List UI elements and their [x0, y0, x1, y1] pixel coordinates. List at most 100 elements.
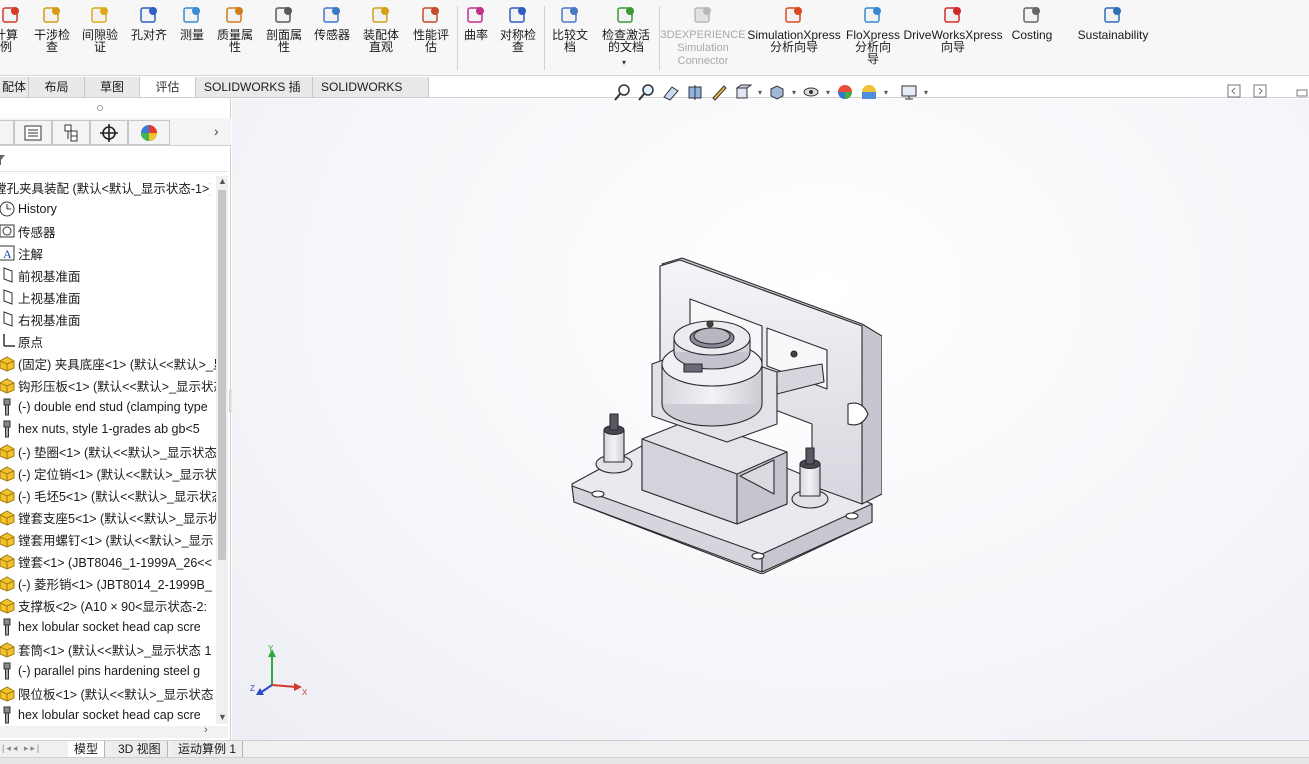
tree-item[interactable]: (-) 垫圈<1> (默认<<默认>_显示状态 — [0, 440, 216, 462]
tile-right-icon[interactable] — [1253, 84, 1267, 98]
tab-display-manager[interactable] — [128, 120, 170, 145]
view-settings-icon[interactable] — [898, 81, 920, 103]
tree-item[interactable]: History — [0, 198, 216, 220]
feature-manager-panel: › 镗孔夹具装配 (默认<默认_显示状态-1>) History 传感器 A 注解 前视基… — [0, 98, 231, 740]
tree-item[interactable]: 镗套支座5<1> (默认<<默认>_显示状态 — [0, 506, 216, 528]
tab-evaluate[interactable]: 评估 — [140, 77, 196, 97]
hole-alignment-button[interactable]: 孔对齐 — [126, 4, 172, 72]
tab-motion-study[interactable]: 运动算例 1 — [172, 741, 244, 757]
tree-root-assembly[interactable]: 镗孔夹具装配 (默认<默认_显示状态-1>) — [0, 176, 210, 198]
tree-item-label: (-) 菱形销<1> (JBT8014_2-1999B_ — [18, 577, 212, 592]
tab-assembly[interactable]: 配体 — [0, 77, 29, 97]
simulationxpress-button[interactable]: SimulationXpress 分析向导 — [747, 4, 841, 72]
driveworksxpress-button[interactable]: DriveWorksXpress 向导 — [903, 4, 1003, 72]
ribbon-button-label: Costing — [1011, 28, 1053, 42]
tab-configuration-manager[interactable] — [52, 120, 90, 145]
tree-item[interactable]: 套筒<1> (默认<<默认>_显示状态 1 — [0, 638, 216, 660]
apply-scene-icon[interactable] — [858, 81, 880, 103]
costing-button[interactable]: Costing — [1008, 4, 1056, 72]
tab-property-manager[interactable] — [14, 120, 52, 145]
calculate-button[interactable]: 计算 例 — [0, 4, 22, 72]
tree-item[interactable]: 支撑板<2> (A10 × 90<显示状态-2: — [0, 594, 216, 616]
heads-up-view-toolbar: ▾ ▾ ▾ ▾ ▾ — [612, 80, 930, 104]
tab-feature-manager[interactable] — [0, 120, 14, 145]
tree-item[interactable]: 原点 — [0, 330, 216, 352]
tree-item[interactable]: hex nuts, style 1-grades ab gb<5 — [0, 418, 216, 440]
curvature-button[interactable]: 曲率 — [460, 4, 492, 72]
view-orientation-icon[interactable] — [732, 81, 754, 103]
tree-item[interactable]: A 注解 — [0, 242, 216, 264]
tree-item[interactable]: (-) double end stud (clamping type — [0, 396, 216, 418]
floxpress-button[interactable]: FloXpress 分析向 导 — [846, 4, 900, 72]
tree-vertical-scrollbar[interactable]: ▲ ▼ — [216, 176, 228, 724]
tree-filter[interactable] — [0, 148, 228, 172]
tree-item[interactable]: 前视基准面 — [0, 264, 216, 286]
section-properties-button[interactable]: 剖面属 性 — [262, 4, 306, 72]
scroll-up-icon[interactable]: ▲ — [218, 176, 227, 186]
tree-item[interactable]: (固定) 夹具底座<1> (默认<<默认>_显示状态 — [0, 352, 216, 374]
scroll-right-icon[interactable]: › — [204, 724, 208, 736]
edit-appearance-icon[interactable] — [834, 81, 856, 103]
tab-3d-view[interactable]: 3D 视图 — [112, 741, 168, 757]
tile-left-icon[interactable] — [1227, 84, 1241, 98]
chevron-down-icon[interactable]: ▾ — [882, 88, 890, 97]
assembly-visualization-button[interactable]: 装配体 直观 — [358, 4, 404, 72]
tab-dimxpert-manager[interactable] — [90, 120, 128, 145]
tree-item[interactable]: 镗套用螺钉<1> (默认<<默认>_显示 — [0, 528, 216, 550]
dynamic-annotation-icon[interactable] — [708, 81, 730, 103]
tree-item[interactable]: (-) 毛坯5<1> (默认<<默认>_显示状态 — [0, 484, 216, 506]
tree-item[interactable]: 镗套<1> (JBT8046_1-1999A_26<< — [0, 550, 216, 572]
compare-documents-button[interactable]: 比较文 档 — [548, 4, 592, 72]
display-style-icon[interactable] — [766, 81, 788, 103]
tab-model[interactable]: 模型 — [68, 741, 106, 757]
previous-view-icon[interactable] — [660, 81, 682, 103]
tree-item[interactable]: (-) parallel pins hardening steel g — [0, 660, 216, 682]
panel-resize-dot[interactable] — [97, 105, 103, 111]
ribbon-button-label: 剖面属 性 — [265, 28, 302, 54]
tree-item[interactable]: hex lobular socket head cap scre — [0, 616, 216, 638]
ribbon-button-label: 测量 — [179, 28, 204, 42]
sensor-button[interactable]: 传感器 — [310, 4, 354, 72]
filter-icon — [0, 155, 5, 165]
assembly-3d-model[interactable] — [562, 254, 882, 574]
chevron-down-icon[interactable]: ▾ — [790, 88, 798, 97]
tree-item-label: (-) 定位销<1> (默认<<默认>_显示状态 — [18, 467, 216, 482]
tree-item[interactable]: 传感器 — [0, 220, 216, 242]
measure-button[interactable]: 测量 — [174, 4, 210, 72]
tree-item[interactable]: 上视基准面 — [0, 286, 216, 308]
tab-layout[interactable]: 布局 — [29, 77, 85, 97]
chevron-right-icon[interactable]: › — [214, 123, 219, 139]
ribbon-button-label: FloXpress 分析向 导 — [845, 28, 901, 66]
zoom-to-fit-icon[interactable] — [612, 81, 634, 103]
section-view-icon[interactable] — [684, 81, 706, 103]
interference-check-button[interactable]: 干涉检 查 — [28, 4, 76, 72]
tree-item-label: (-) parallel pins hardening steel g — [18, 664, 201, 678]
symmetry-check-button[interactable]: 对称检 查 — [496, 4, 540, 72]
tree-item[interactable]: hex lobular socket head cap scre — [0, 704, 216, 726]
tree-item[interactable]: 右视基准面 — [0, 308, 216, 330]
tab-solidworks-mbd[interactable]: SOLIDWORKS MBD — [313, 77, 429, 114]
chevron-down-icon[interactable]: ▾ — [756, 88, 764, 97]
tree-horizontal-scrollbar[interactable]: › — [0, 724, 228, 738]
scroll-down-icon[interactable]: ▼ — [218, 712, 227, 722]
sustainability-button[interactable]: Sustainability — [1074, 4, 1152, 72]
tree-item[interactable]: 限位板<1> (默认<<默认>_显示状态 — [0, 682, 216, 704]
zoom-to-area-icon[interactable] — [636, 81, 658, 103]
graphics-area[interactable]: Y X Z — [232, 84, 1309, 740]
scroll-thumb[interactable] — [218, 190, 226, 560]
clearance-verify-button[interactable]: 间隙验 证 — [78, 4, 122, 72]
chevron-down-icon[interactable]: ▾ — [824, 88, 832, 97]
chevron-down-icon[interactable]: ▾ — [622, 58, 626, 67]
tree-item[interactable]: (-) 定位销<1> (默认<<默认>_显示状态 — [0, 462, 216, 484]
tab-navigation-arrows[interactable]: |◂◂ ▸▸| — [2, 743, 41, 754]
tab-sketch[interactable]: 草图 — [85, 77, 140, 97]
check-active-document-icon — [615, 4, 637, 26]
tree-item[interactable]: (-) 菱形销<1> (JBT8014_2-1999B_ — [0, 572, 216, 594]
tree-item[interactable]: 钩形压板<1> (默认<<默认>_显示状态 — [0, 374, 216, 396]
minimize-view-icon[interactable] — [1296, 89, 1308, 97]
tab-solidworks-addins[interactable]: SOLIDWORKS 插件 — [196, 77, 313, 114]
performance-evaluation-button[interactable]: 性能评 估 — [406, 4, 456, 72]
mass-properties-button[interactable]: 质量属 性 — [212, 4, 258, 72]
chevron-down-icon[interactable]: ▾ — [922, 88, 930, 97]
hide-show-items-icon[interactable] — [800, 81, 822, 103]
